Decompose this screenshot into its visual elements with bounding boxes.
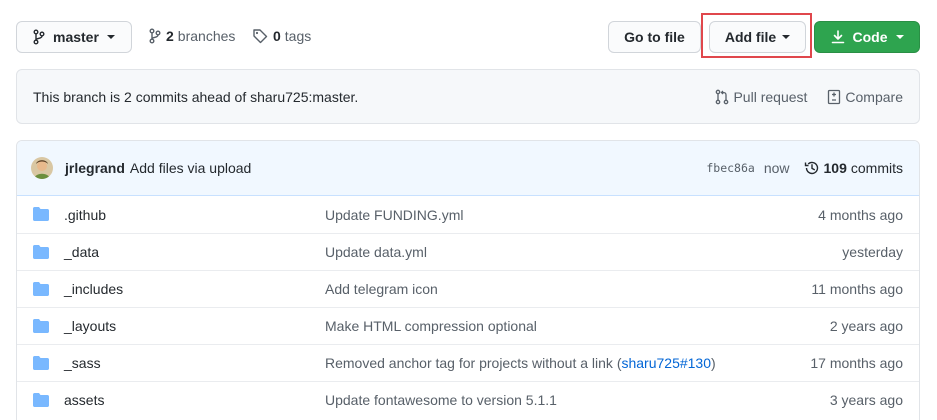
history-icon <box>804 160 820 176</box>
file-commit-message-end: ) <box>711 355 716 371</box>
file-row[interactable]: _data Update data.yml yesterday <box>17 233 919 270</box>
commit-count: 109 <box>823 160 847 176</box>
commit-age: now <box>763 160 790 176</box>
add-file-button[interactable]: Add file <box>709 21 806 53</box>
code-label: Code <box>852 29 888 45</box>
commit-sha[interactable]: fbec86a <box>706 161 754 175</box>
file-commit-age: 11 months ago <box>811 281 903 297</box>
git-branch-icon <box>149 28 161 44</box>
tags-label: tags <box>284 28 312 44</box>
branch-ahead-banner: This branch is 2 commits ahead of sharu7… <box>16 69 920 124</box>
file-name[interactable]: assets <box>64 392 104 408</box>
file-commit-message[interactable]: Make HTML compression optional <box>325 318 537 334</box>
download-icon <box>831 30 845 44</box>
branches-link[interactable]: 2 branches <box>149 28 235 44</box>
file-browser: jrlegrand Add files via upload fbec86a n… <box>16 140 920 420</box>
file-commit-message[interactable]: Add telegram icon <box>325 281 438 297</box>
branch-select-button[interactable]: master <box>16 21 132 53</box>
branches-count: 2 <box>166 28 174 44</box>
file-commit-age: 3 years ago <box>829 392 903 408</box>
file-row[interactable]: _sass Removed anchor tag for projects wi… <box>17 344 919 381</box>
add-file-label: Add file <box>724 29 777 45</box>
file-commit-age: yesterday <box>842 244 903 260</box>
commit-author[interactable]: jrlegrand <box>65 160 125 176</box>
file-commit-age: 2 years ago <box>829 318 903 334</box>
go-to-file-label: Go to file <box>624 29 685 45</box>
go-to-file-button[interactable]: Go to file <box>608 21 701 53</box>
file-commit-message[interactable]: Update fontawesome to version 5.1.1 <box>325 392 557 408</box>
folder-icon <box>33 393 49 407</box>
commit-count-label: commits <box>850 160 903 176</box>
file-commit-age: 17 months ago <box>810 355 903 371</box>
branch-name: master <box>53 29 99 45</box>
folder-icon <box>33 356 49 370</box>
folder-icon <box>33 282 49 296</box>
folder-icon <box>33 207 49 221</box>
file-commit-message[interactable]: Removed anchor tag for projects without … <box>325 355 621 371</box>
pull-request-ref-link[interactable]: sharu725#130 <box>621 355 711 371</box>
commit-history-link[interactable]: 109 commits <box>804 160 903 176</box>
file-commit-age: 4 months ago <box>818 206 903 223</box>
file-commit-message-wrap: Removed anchor tag for projects without … <box>325 355 716 371</box>
file-name[interactable]: .github <box>64 207 106 223</box>
file-commit-message[interactable]: Update data.yml <box>325 244 427 260</box>
tag-icon <box>252 28 268 44</box>
compare-label: Compare <box>845 88 903 105</box>
git-branch-icon <box>33 29 45 45</box>
code-button[interactable]: Code <box>814 21 920 53</box>
chevron-down-icon <box>782 35 791 39</box>
file-commit-message[interactable]: Update FUNDING.yml <box>325 207 463 223</box>
latest-commit-bar: jrlegrand Add files via upload fbec86a n… <box>17 141 919 196</box>
file-name[interactable]: _layouts <box>64 318 116 334</box>
file-row[interactable]: assets Update fontawesome to version 5.1… <box>17 381 919 418</box>
file-row[interactable]: _layouts Make HTML compression optional … <box>17 307 919 344</box>
file-name[interactable]: _sass <box>64 355 101 371</box>
branches-label: branches <box>177 28 236 44</box>
ahead-text: This branch is 2 commits ahead of sharu7… <box>33 88 359 105</box>
pull-request-icon <box>715 89 729 105</box>
pull-request-label: Pull request <box>733 88 808 105</box>
file-row[interactable]: .github Update FUNDING.yml 4 months ago <box>17 196 919 233</box>
compare-icon <box>827 89 841 105</box>
tags-link[interactable]: 0 tags <box>252 28 311 44</box>
folder-icon <box>33 245 49 259</box>
commit-message[interactable]: Add files via upload <box>130 160 251 176</box>
pull-request-link[interactable]: Pull request <box>711 89 807 105</box>
chevron-down-icon <box>106 35 115 39</box>
compare-link[interactable]: Compare <box>823 89 903 105</box>
file-row[interactable]: _includes Add telegram icon 11 months ag… <box>17 270 919 307</box>
chevron-down-icon <box>895 35 904 39</box>
file-name[interactable]: _data <box>64 244 99 260</box>
tags-count: 0 <box>273 28 281 44</box>
file-name[interactable]: _includes <box>64 281 123 297</box>
folder-icon <box>33 319 49 333</box>
avatar[interactable] <box>31 157 53 179</box>
